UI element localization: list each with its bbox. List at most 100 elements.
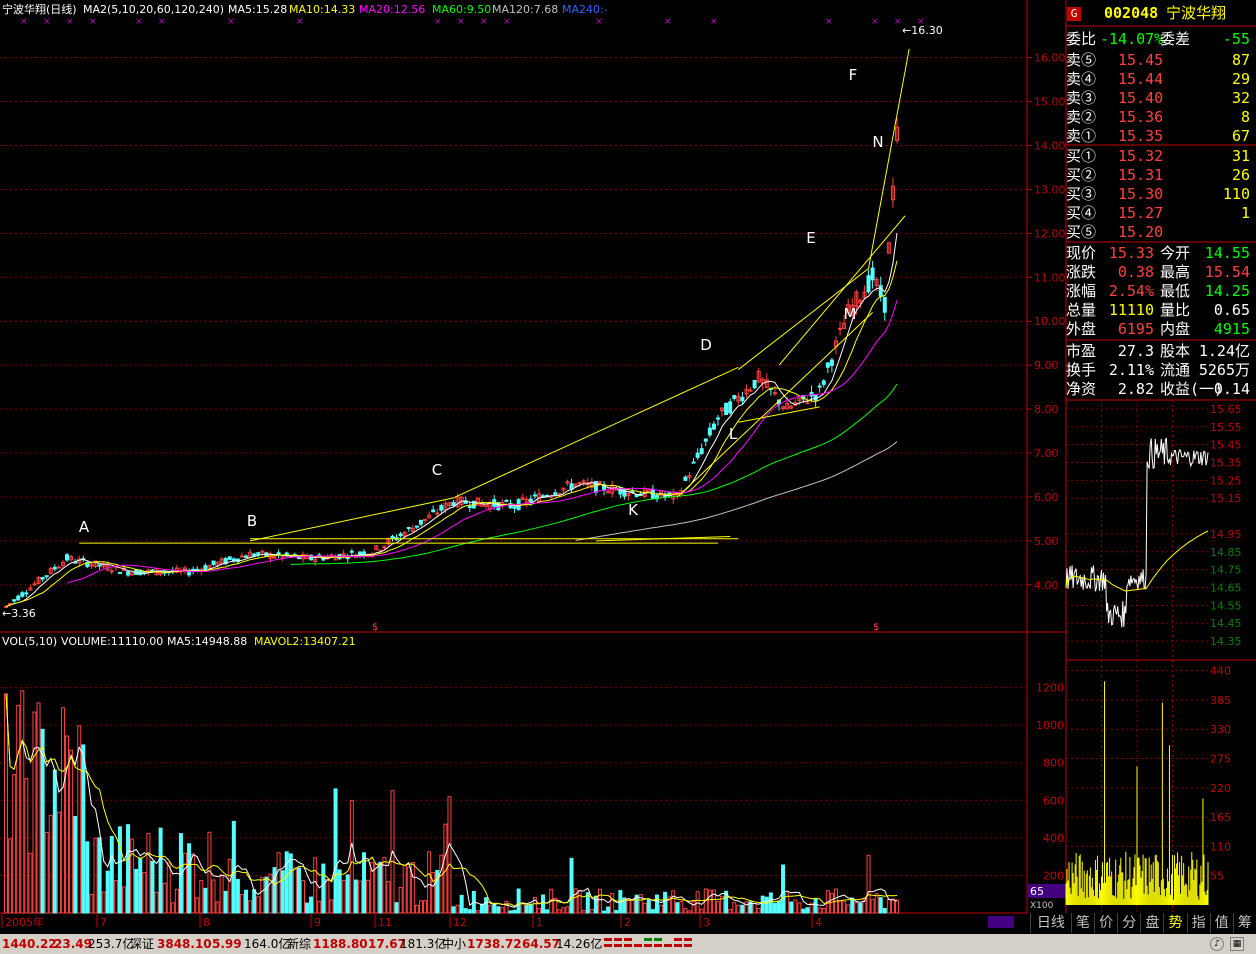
finance-label: 股本 [1160,342,1191,360]
volume-bar [158,827,163,914]
buy-order-row[interactable]: 买⑤ 15.20 [1066,223,1252,242]
finance-value: 1.24亿 [1198,342,1250,360]
stat-label: 量比 [1160,301,1191,319]
candle-body [244,555,249,559]
zx-amount: 14.26亿 [556,937,603,951]
price-axis-label: 9.00 [1034,359,1059,372]
tab-7[interactable]: 值 [1209,913,1233,933]
volume-bar [715,901,720,914]
xl-amount: 181.3亿 [400,937,447,951]
finance-label: 换手 [1066,361,1097,379]
volume-bar [740,904,745,914]
volume-bar [467,909,472,914]
low-price-marker: ←3.36 [2,607,36,620]
candle-body [378,549,383,552]
tab-6[interactable]: 指 [1186,913,1210,933]
volume-bar [288,853,293,914]
buy-order-row[interactable]: 买② 15.31 26 [1066,166,1252,185]
volume-bar [683,908,688,914]
volume-bar [829,892,834,914]
settings-icon[interactable]: ▦ [1230,937,1244,951]
stock-chart-window: 16.00 15.00 14.00 13.00 12.00 11.00 10.00 9.00 8… [0,0,1256,954]
volume-bar [203,887,208,914]
volume-bar [890,898,895,914]
tab-1[interactable]: 笔 [1070,913,1094,933]
order-label: 买① [1066,147,1097,165]
sell-order-row[interactable]: 卖① 15.35 67 [1066,127,1252,146]
volume-bar [789,901,794,914]
stat-row[interactable]: 外盘 6195 内盘 4915 [1066,320,1252,339]
volume-bar [752,903,757,914]
volume-ma5: MA5:14948.88 [167,635,248,648]
order-price: 15.20 [1118,223,1164,241]
candle-body [825,362,830,368]
volume-bar [406,866,411,914]
volume-bar [333,788,338,914]
order-price: 15.32 [1118,147,1164,165]
candlestick-series [4,117,899,608]
stat-row[interactable]: 现价 15.33 今开 14.55 [1066,244,1252,263]
candle-body [866,275,871,293]
candle-body [748,389,753,392]
sell-order-row[interactable]: 卖⑤ 15.45 87 [1066,51,1252,70]
g-icon[interactable]: G [1067,7,1081,21]
finance-value: 2.82 [1117,380,1154,398]
volume-bar [772,902,777,914]
tab-8[interactable]: 筹 [1232,913,1256,933]
volume-bar [305,902,310,914]
volume-bar [646,899,651,914]
volume-bar [85,841,90,914]
candle-body [40,576,45,580]
sell-order-row[interactable]: 卖④ 15.44 29 [1066,70,1252,89]
buy-order-row[interactable]: 买④ 15.27 1 [1066,204,1252,223]
candle-body [97,564,102,567]
buy-order-row[interactable]: 买① 15.32 31 [1066,147,1252,166]
sound-icon[interactable]: ♪ [1210,937,1224,951]
volume-bar [675,902,680,914]
volume-bar [882,908,887,914]
event-marker: × [158,17,166,27]
sell-order-row[interactable]: 卖③ 15.40 32 [1066,89,1252,108]
volume-bar [174,888,179,914]
finance-row[interactable]: 净资 2.82 收益(一) 0.14 [1066,380,1252,399]
stat-row[interactable]: 涨跌 0.38 最高 15.54 [1066,263,1252,282]
tab-0[interactable]: 日线 [1030,913,1071,933]
annotation-b: B [247,512,257,530]
stat-label: 内盘 [1160,320,1191,338]
volume-bar [4,693,8,914]
finance-row[interactable]: 市盈 27.3 股本 1.24亿 [1066,342,1252,361]
date-label: 9 [314,916,321,929]
candle-body [32,583,37,586]
candle-body [504,499,509,502]
volume-bar [105,870,110,914]
finance-row[interactable]: 换手 2.11% 流通 5265万 [1066,361,1252,380]
candle-body [752,379,757,389]
volume-bar [687,910,692,914]
intraday-axis-label: 15.15 [1210,492,1242,505]
price-axis-label: 7.00 [1034,447,1059,460]
candle-body [418,519,423,525]
volume-bar [301,880,305,914]
candle-body [406,527,411,530]
event-marker: × [434,17,442,27]
volume-bar [264,876,269,914]
order-volume: 67 [1231,127,1250,145]
stat-row[interactable]: 总量 11110 量比 0.65 [1066,301,1252,320]
date-label: 3 [703,916,710,929]
sell-order-row[interactable]: 卖② 15.36 8 [1066,108,1252,127]
candle-body [813,394,818,401]
tab-4[interactable]: 盘 [1140,913,1163,933]
event-marker: × [710,17,718,27]
tab-5[interactable]: 势 [1163,913,1186,933]
stat-row[interactable]: 涨幅 2.54% 最低 14.25 [1066,282,1252,301]
intraday-vol-label: 55 [1210,870,1224,883]
tab-2[interactable]: 价 [1094,913,1117,933]
candle-body [272,556,277,559]
volume-bar [679,901,684,914]
intraday-vol-label: 385 [1210,694,1231,707]
volume-bar [353,879,358,914]
buy-order-row[interactable]: 买③ 15.30 110 [1066,185,1252,204]
order-volume: 87 [1231,51,1250,69]
event-marker: × [43,17,51,27]
tab-3[interactable]: 分 [1117,913,1140,933]
